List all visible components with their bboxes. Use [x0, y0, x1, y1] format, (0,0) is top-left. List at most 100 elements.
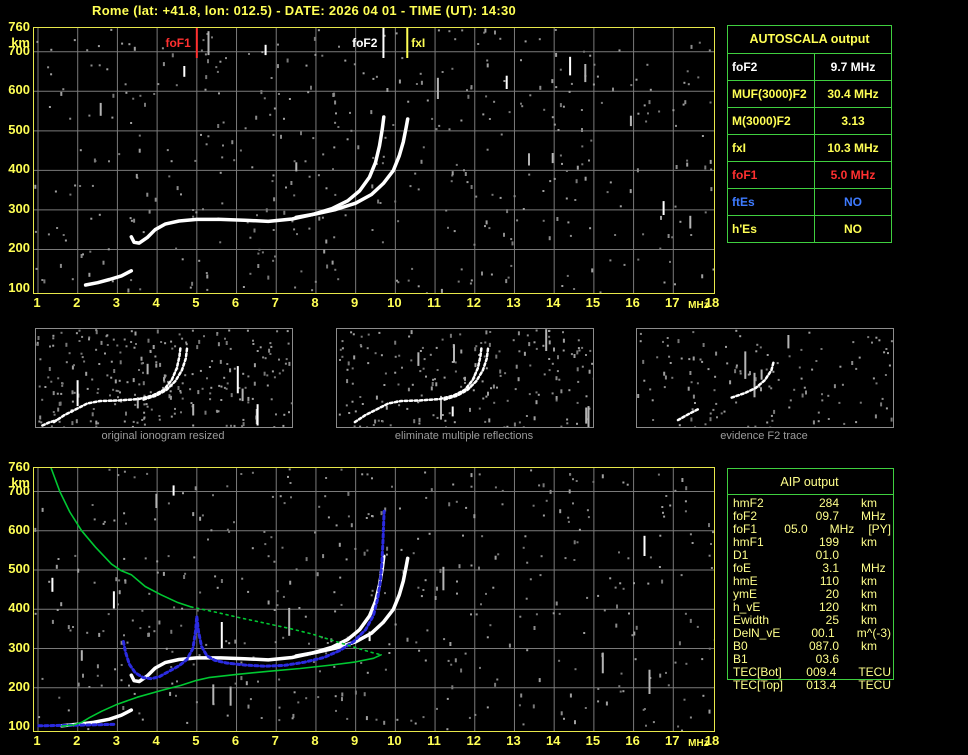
noise-dot [96, 674, 99, 677]
noise-dot [559, 103, 562, 108]
noise-dot [366, 671, 369, 674]
fxI-marker-line [406, 28, 409, 58]
noise-dot [708, 647, 711, 650]
noise-dot [354, 690, 357, 695]
aip-val: 013.4 [806, 678, 837, 692]
noise-dot [67, 625, 70, 630]
noise-dot [599, 291, 602, 293]
y-tick-label: 200 [8, 678, 30, 694]
noise-dot [386, 88, 389, 92]
noise-dot [226, 382, 229, 385]
noise-dot [715, 402, 718, 405]
noise-dot [60, 392, 63, 395]
noise-dot [218, 92, 220, 95]
noise-dot [766, 354, 769, 356]
noise-dot [333, 665, 336, 668]
noise-dot [681, 729, 683, 731]
noise-dot [225, 387, 228, 390]
noise-dot [278, 706, 281, 709]
noise-dot [559, 68, 562, 71]
noise-dot [419, 370, 422, 373]
noise-dot [443, 638, 446, 641]
interference-streak [241, 388, 244, 402]
noise-dot [304, 615, 307, 618]
noise-dot [341, 692, 344, 697]
noise-dot [662, 340, 664, 343]
noise-dot [283, 413, 286, 416]
noise-dot [586, 596, 589, 599]
noise-dot [256, 214, 258, 217]
interference-streak [146, 363, 149, 375]
noise-dot [689, 371, 692, 375]
noise-dot [134, 331, 137, 336]
noise-dot [230, 393, 233, 398]
noise-dot [189, 286, 192, 289]
noise-dot [69, 629, 72, 632]
noise-dot [80, 352, 83, 355]
noise-dot [279, 495, 282, 498]
noise-dot [643, 708, 646, 710]
noise-dot [267, 275, 270, 280]
parameter-label: h'Es [728, 216, 815, 242]
noise-dot [770, 414, 773, 417]
noise-dot [456, 580, 458, 583]
fxI-marker-label: fxI [411, 36, 426, 50]
noise-dot [574, 720, 576, 725]
noise-dot [422, 367, 425, 370]
noise-dot [123, 420, 126, 423]
caption-evidence-f2: evidence F2 trace [720, 430, 808, 442]
y-tick-label: 300 [8, 200, 30, 216]
noise-dot [665, 495, 668, 497]
noise-dot [507, 276, 510, 279]
noise-dot [496, 386, 498, 389]
noise-dot [484, 420, 487, 423]
noise-dot [223, 376, 226, 379]
noise-dot [165, 647, 168, 650]
autoscala-row-ftes: ftEs NO [728, 188, 891, 215]
foF2-marker-label: foF2 [352, 36, 378, 50]
noise-dot [277, 64, 279, 69]
noise-dot [203, 335, 205, 338]
noise-dot [199, 369, 202, 372]
noise-dot [759, 346, 762, 349]
noise-dot [278, 93, 280, 95]
noise-dot [469, 282, 472, 285]
noise-dot [216, 333, 219, 336]
noise-dot [176, 680, 178, 683]
noise-dot [293, 228, 296, 231]
noise-dot [485, 367, 488, 370]
noise-dot [185, 343, 188, 346]
noise-dot [242, 286, 245, 288]
noise-dot [102, 630, 105, 633]
noise-dot [209, 392, 212, 395]
noise-dot [521, 105, 524, 108]
noise-dot [307, 91, 310, 94]
noise-dot [556, 370, 559, 373]
noise-dot [867, 336, 870, 339]
noise-dot [766, 421, 769, 424]
noise-dot [574, 199, 577, 201]
noise-dot [415, 641, 418, 644]
noise-dot [465, 506, 468, 509]
noise-dot [197, 390, 200, 395]
noise-dot [130, 219, 133, 222]
y-tick-label: 600 [8, 521, 30, 537]
noise-dot [508, 111, 511, 114]
noise-dot [542, 190, 545, 192]
noise-dot [169, 691, 172, 696]
noise-dot [35, 267, 38, 270]
noise-dot [678, 641, 681, 646]
noise-dot [331, 260, 334, 265]
noise-dot [478, 407, 481, 410]
noise-dot [77, 568, 80, 573]
mini-O-trace-curve [52, 345, 182, 424]
noise-dot [318, 216, 321, 221]
noise-dot [346, 379, 349, 384]
noise-dot [114, 403, 117, 406]
noise-dot [117, 603, 119, 606]
noise-dot [262, 356, 265, 359]
aip-table-title: AIP output [780, 475, 839, 489]
noise-dot [436, 586, 438, 591]
noise-dot [225, 341, 228, 345]
noise-dot [245, 681, 248, 686]
